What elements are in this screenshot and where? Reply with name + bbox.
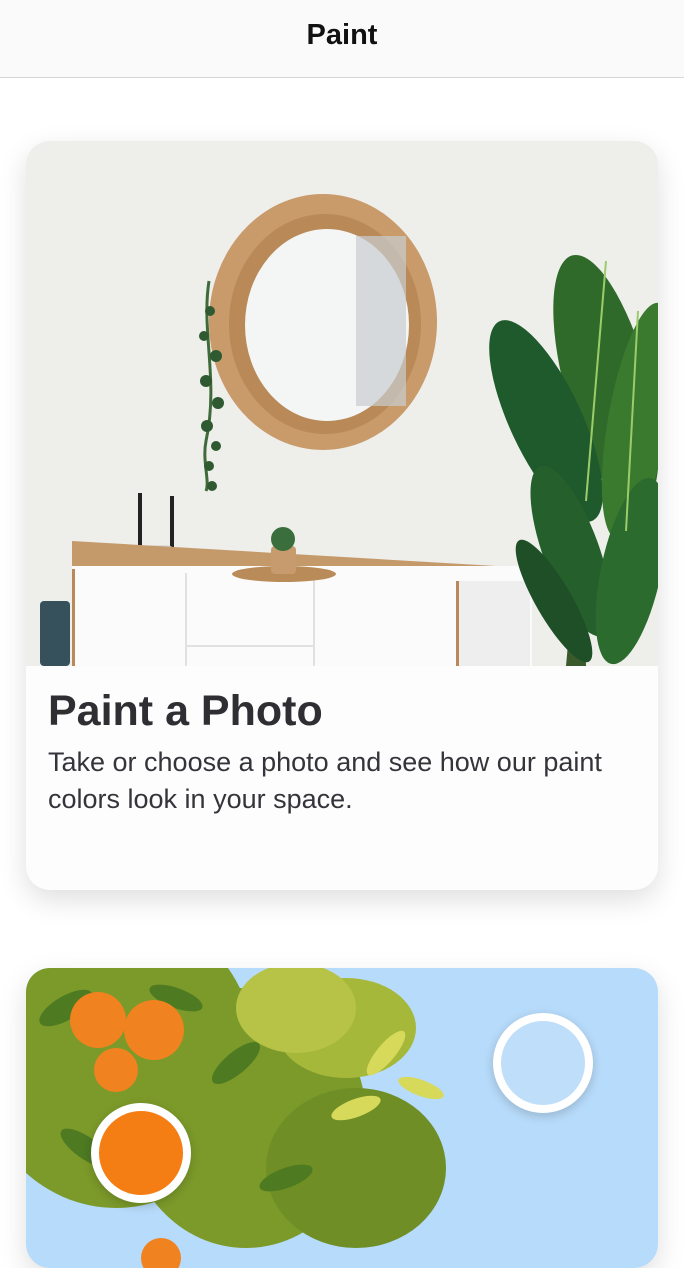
page-title: Paint: [306, 19, 378, 51]
room-photo: [26, 141, 658, 666]
card-description: Take or choose a photo and see how our p…: [48, 747, 602, 814]
orange-color-swatch[interactable]: [91, 1103, 191, 1203]
paint-a-photo-card[interactable]: Paint a Photo Take or choose a photo and…: [26, 141, 658, 890]
color-match-card[interactable]: [26, 968, 658, 1268]
navigation-bar: Paint: [0, 0, 684, 78]
card-title: Paint a Photo: [48, 687, 323, 735]
blue-color-swatch[interactable]: [493, 1013, 593, 1113]
